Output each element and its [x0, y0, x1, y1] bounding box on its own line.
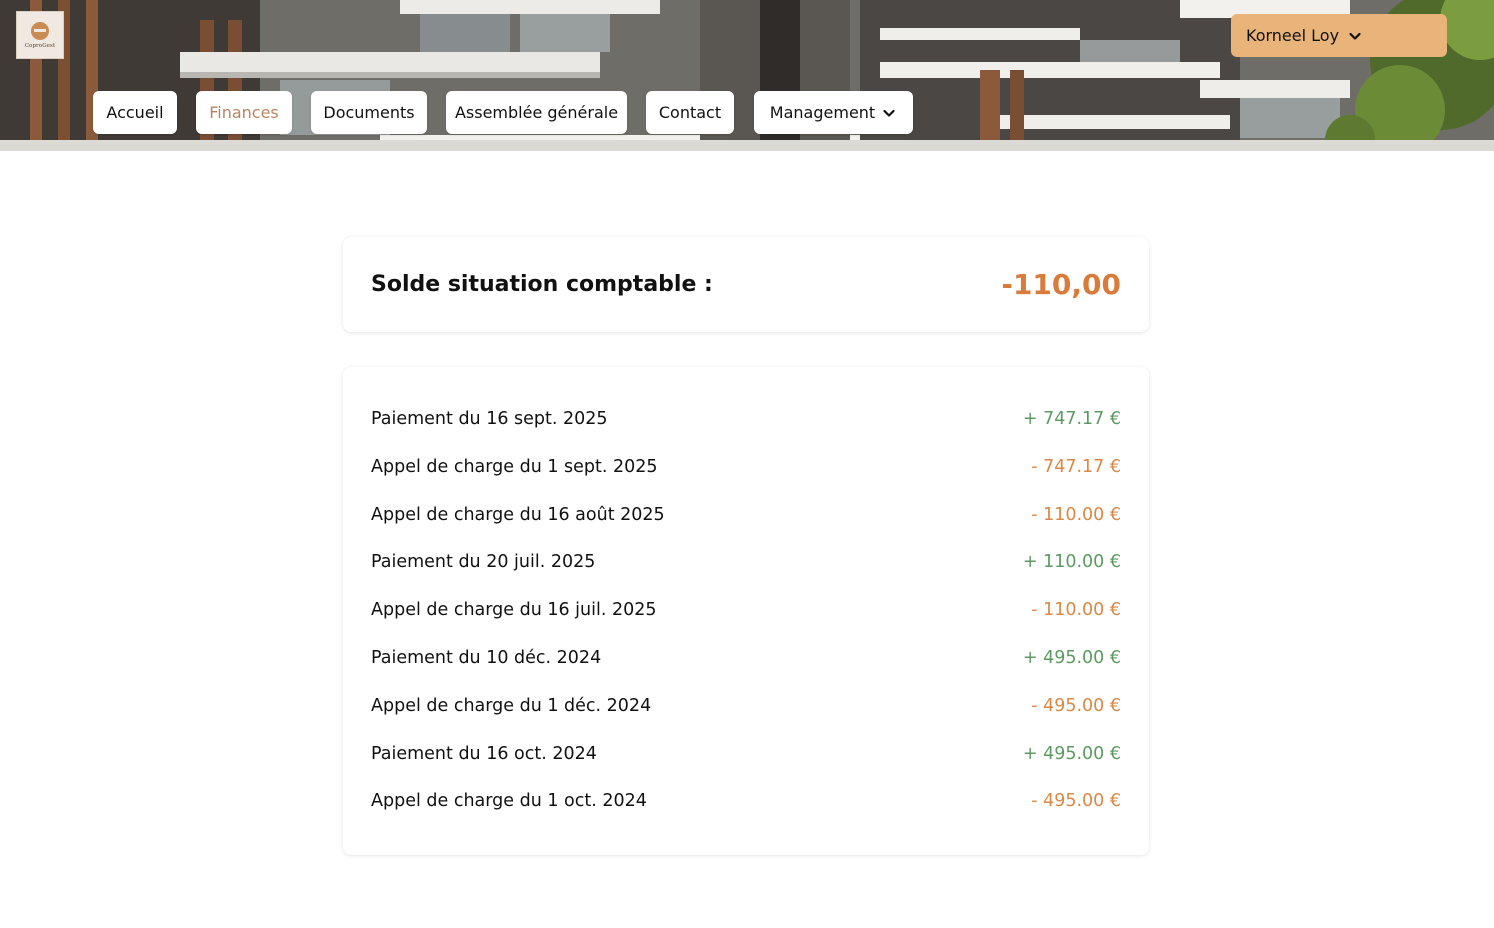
nav-label: Accueil: [106, 103, 164, 122]
nav-label: Management: [769, 103, 876, 122]
chevron-down-icon: [1349, 32, 1361, 40]
transaction-amount: + 495.00 €: [1022, 743, 1121, 764]
transactions-card: Paiement du 16 sept. 2025 + 747.17 € App…: [343, 367, 1149, 855]
nav-management[interactable]: Management: [754, 91, 913, 134]
nav-label: Contact: [658, 103, 722, 122]
transaction-label: Appel de charge du 16 juil. 2025: [371, 600, 657, 621]
transaction-row: Appel de charge du 1 déc. 2024 - 495.00 …: [371, 694, 1121, 742]
transaction-row: Paiement du 16 oct. 2024 + 495.00 €: [371, 742, 1121, 790]
transaction-row: Appel de charge du 16 août 2025 - 110.00…: [371, 503, 1121, 551]
transaction-label: Paiement du 10 déc. 2024: [371, 647, 602, 668]
balance-card: Solde situation comptable : -110,00: [343, 237, 1149, 332]
transaction-label: Paiement du 20 juil. 2025: [371, 552, 596, 573]
transaction-row: Appel de charge du 1 sept. 2025 - 747.17…: [371, 455, 1121, 503]
user-name: Korneel Loy: [1246, 26, 1340, 45]
nav-label: Documents: [323, 103, 415, 122]
logo-wordmark: CoproGest: [24, 42, 56, 49]
nav-assemblee-generale[interactable]: Assemblée générale: [446, 91, 627, 134]
transaction-label: Appel de charge du 1 oct. 2024: [371, 791, 647, 812]
transaction-amount: - 495.00 €: [1031, 791, 1121, 812]
transaction-amount: + 495.00 €: [1022, 647, 1121, 668]
transaction-amount: + 110.00 €: [1022, 552, 1121, 573]
balance-value: -110,00: [1001, 268, 1121, 301]
transaction-amount: + 747.17 €: [1022, 409, 1121, 429]
nav-finances[interactable]: Finances: [196, 91, 292, 134]
transaction-row: Appel de charge du 1 oct. 2024 - 495.00 …: [371, 789, 1121, 837]
transaction-label: Paiement du 16 oct. 2024: [371, 743, 597, 764]
transaction-amount: - 110.00 €: [1031, 504, 1121, 525]
transaction-label: Appel de charge du 16 août 2025: [371, 504, 665, 525]
transaction-row: Appel de charge du 16 juil. 2025 - 110.0…: [371, 598, 1121, 646]
user-menu-button[interactable]: Korneel Loy: [1231, 14, 1447, 57]
chevron-down-icon: [883, 109, 895, 117]
transaction-label: Paiement du 16 sept. 2025: [371, 409, 608, 429]
transaction-row: Paiement du 10 déc. 2024 + 495.00 €: [371, 646, 1121, 694]
transaction-amount: - 495.00 €: [1031, 695, 1121, 716]
nav-contact[interactable]: Contact: [646, 91, 734, 134]
transaction-amount: - 110.00 €: [1031, 600, 1121, 621]
copro-logo[interactable]: CoproGest: [16, 11, 64, 59]
nav-label: Finances: [209, 103, 279, 122]
transaction-row: Paiement du 20 juil. 2025 + 110.00 €: [371, 550, 1121, 598]
logo-mark-icon: [31, 21, 49, 40]
nav-label: Assemblée générale: [454, 103, 619, 122]
nav-accueil[interactable]: Accueil: [93, 91, 177, 134]
nav-documents[interactable]: Documents: [311, 91, 427, 134]
transaction-amount: - 747.17 €: [1031, 456, 1121, 477]
transaction-label: Appel de charge du 1 sept. 2025: [371, 456, 658, 477]
header-banner: CoproGest Korneel Loy Accueil Finances D…: [0, 0, 1494, 151]
balance-label: Solde situation comptable :: [371, 272, 713, 297]
transaction-label: Appel de charge du 1 déc. 2024: [371, 695, 652, 716]
transaction-row: Paiement du 16 sept. 2025 + 747.17 €: [371, 407, 1121, 455]
